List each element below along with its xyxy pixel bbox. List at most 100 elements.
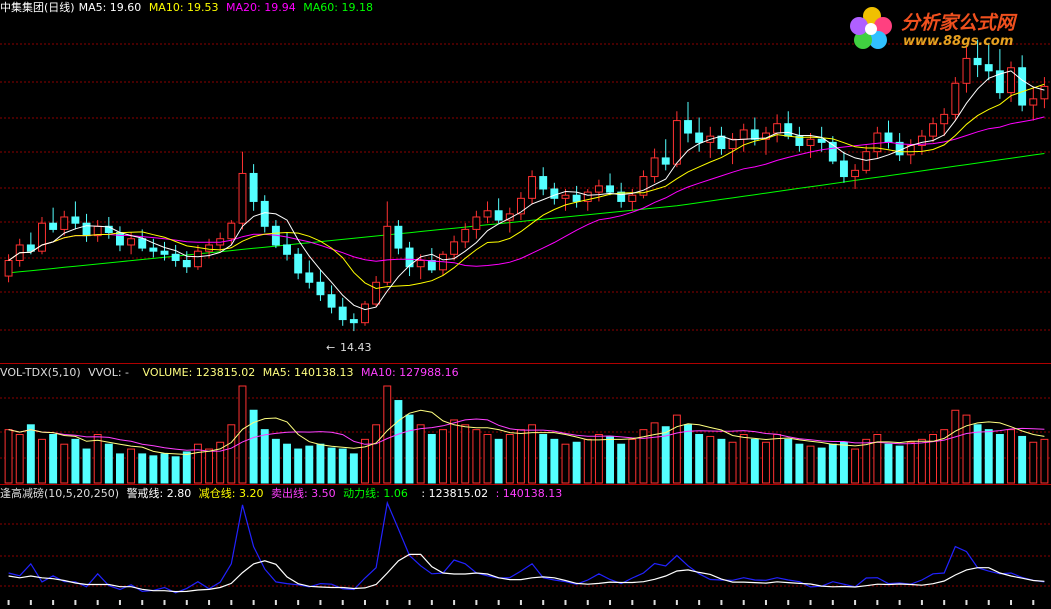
candle-body [851,169,860,178]
volume-bar [405,414,414,484]
candle-body [238,172,247,224]
candle-body [561,194,570,199]
signal-tick [920,600,923,605]
candle-body [1040,85,1049,100]
volume-bar [472,429,481,484]
vol-indicator-name: VOL-TDX(5,10) [0,366,81,379]
signal-tick [230,600,233,605]
signal-tick [787,600,790,605]
volume-bar [784,438,793,484]
kline-chart[interactable] [0,0,1051,609]
volume-bar [115,453,124,484]
volume-bar [906,441,915,484]
signal-tick [74,600,77,605]
volume-bar [572,441,581,484]
volume-bar [238,385,247,484]
signal-tick [764,600,767,605]
signal-tick [653,600,656,605]
candle-body [606,185,614,193]
low-arrow-icon: ← [326,341,336,354]
volume-bar [439,429,447,484]
signal-tick [52,600,55,605]
signal-tick [831,600,834,605]
low-price-marker: 14.43 [340,341,372,354]
volume-bar [182,451,191,484]
volume-bar [884,443,893,484]
candle-body [739,129,748,140]
volume-header: VOL-TDX(5,10) VVOL: - VOLUME: 123815.02 … [0,366,463,380]
volume-bar [171,456,180,484]
volume-bar [427,434,436,484]
candle-body [249,172,258,202]
candle-body [461,228,470,243]
candle-body [1018,67,1027,106]
reduce-line-value: 减仓线: 3.20 [198,487,264,500]
candle-body [784,123,793,137]
price-grid [0,43,1051,587]
candle-body [773,123,782,134]
signal-tick [1032,600,1035,605]
volume-bar [450,419,459,484]
candle-body [750,129,759,140]
signal-tick [29,600,32,605]
volume-bar [1040,438,1049,484]
signal-tick [475,600,478,605]
signal-tick [208,600,211,605]
candle-body [305,272,314,283]
volume-bars [4,385,1049,484]
candle-body [115,232,124,246]
candle-body [806,138,815,146]
candle-body [171,253,180,262]
signal-tick [185,600,188,605]
volume-bar [594,434,603,484]
volume-bar [1018,435,1027,484]
signal-tick [363,600,366,605]
signal-tick [7,600,10,605]
stock-title: 中集集团(日线) [0,1,75,14]
volume-bar [717,438,726,484]
candle-body [182,260,191,268]
volume-bar [940,429,949,484]
candle-body [572,194,581,202]
volume-bar [762,441,770,484]
vol-ma10-value: MA10: 127988.16 [360,366,459,379]
candle-body [494,210,503,221]
volume-bar [806,445,815,484]
candle-body [728,138,737,150]
candle-body [539,176,548,190]
ind-value-2: : 140138.13 [495,487,563,500]
volume-bar [695,434,704,484]
logo-text-cn: 分析家公式网 [901,12,1016,34]
candle-body [327,294,336,308]
signal-tick [675,600,678,605]
candle-body [361,303,369,324]
volume-bar [494,438,503,484]
volume-bar [127,448,136,484]
volume-bar [583,438,592,484]
volume-bar [862,438,871,484]
volume-bar [839,441,848,484]
candle-body [160,250,169,255]
volume-bar [917,438,926,484]
volume-bar [283,443,291,484]
signal-tick [96,600,99,605]
volume-bar [305,445,314,484]
volume-bar [528,424,537,484]
candle-body [349,319,358,324]
volume-bar [227,424,236,484]
volume-bar [951,409,960,484]
signal-tick [586,600,589,605]
candle-body [338,306,347,321]
candle-body [283,244,291,255]
volume-bar [205,448,214,484]
volume-bar [750,438,759,484]
signal-tick [965,600,968,605]
volume-bar [104,443,113,484]
candle-body [817,138,826,143]
volume-bar [4,429,13,484]
ind-name: 逢高减磅(10,5,20,250) [0,487,120,500]
volume-bar [539,434,548,484]
vol-ma5-value: MA5: 140138.13 [262,366,354,379]
main-chart-header: 中集集团(日线) MA5: 19.60 MA10: 19.53 MA20: 19.… [0,1,377,15]
volume-bar [828,443,837,484]
